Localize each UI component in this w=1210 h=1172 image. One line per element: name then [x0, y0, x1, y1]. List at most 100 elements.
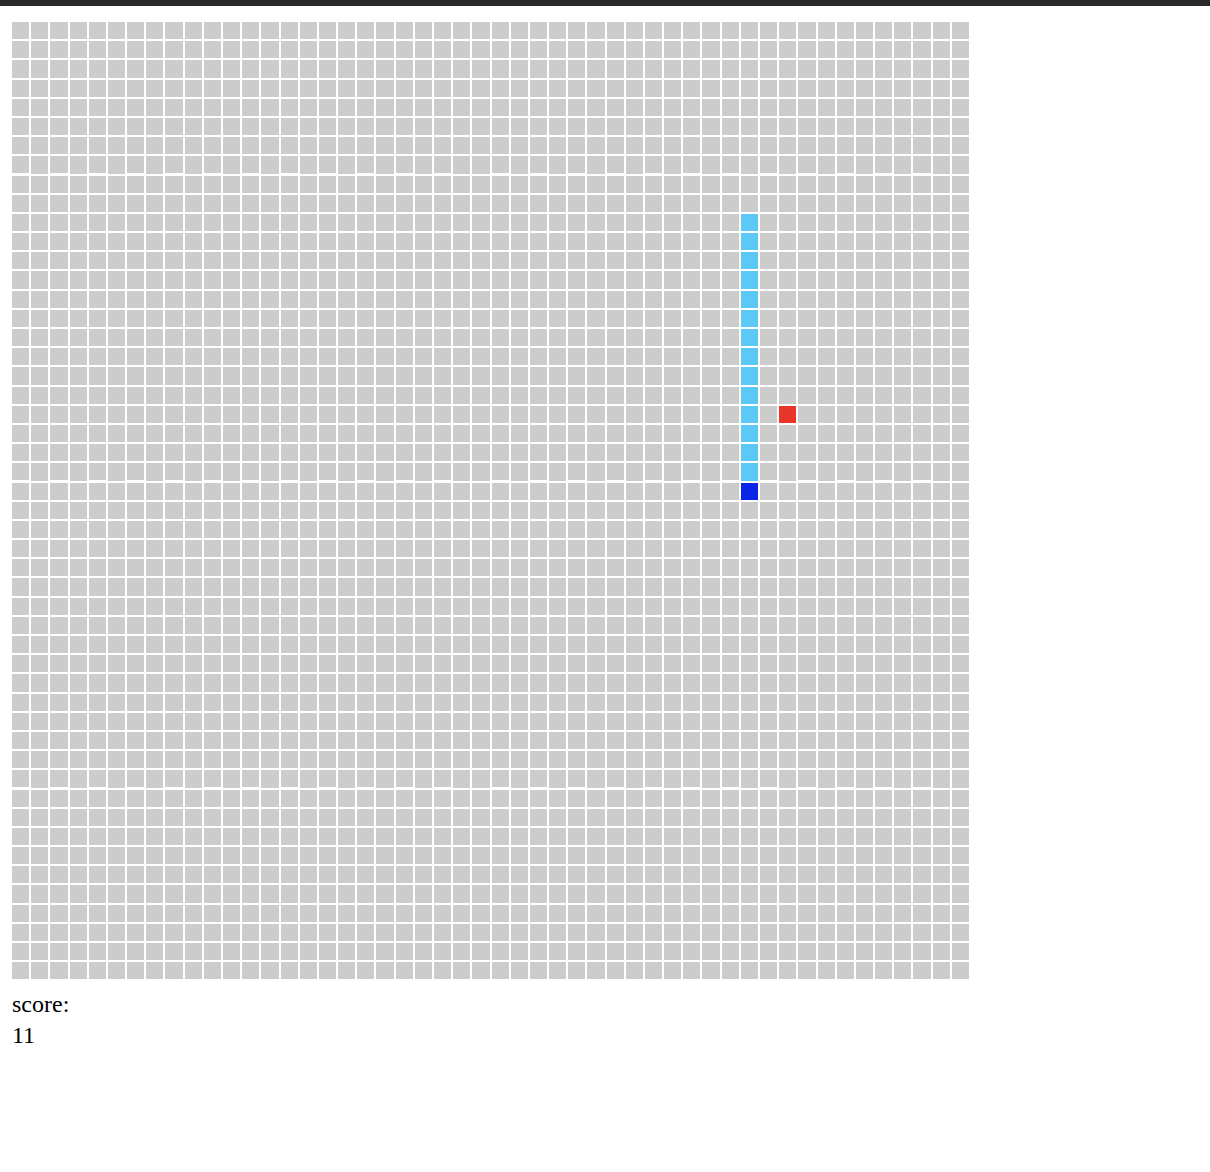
grid-cell [818, 348, 835, 365]
grid-cell [300, 99, 317, 116]
grid-cell [549, 22, 566, 39]
grid-cell [626, 252, 643, 269]
grid-cell [242, 713, 259, 730]
grid-cell [818, 156, 835, 173]
grid-cell [913, 252, 930, 269]
grid-cell [434, 463, 451, 480]
grid-cell [376, 406, 393, 423]
grid-cell [108, 694, 125, 711]
grid-cell [242, 406, 259, 423]
grid-cell [587, 521, 604, 538]
grid-cell [185, 387, 202, 404]
grid-cell [952, 22, 969, 39]
grid-cell [779, 195, 796, 212]
grid-cell [607, 348, 624, 365]
grid-cell [472, 751, 489, 768]
grid-cell [146, 22, 163, 39]
grid-cell [242, 751, 259, 768]
grid-cell [568, 176, 585, 193]
grid-cell [760, 271, 777, 288]
grid-cell [818, 118, 835, 135]
grid-cell [492, 406, 509, 423]
grid-cell [127, 233, 144, 250]
grid-cell [626, 291, 643, 308]
grid-cell [31, 41, 48, 58]
grid-cell [894, 463, 911, 480]
grid-cell [319, 674, 336, 691]
grid-cell [261, 310, 278, 327]
grid-cell [319, 463, 336, 480]
grid-cell [70, 655, 87, 672]
grid-cell [472, 233, 489, 250]
grid-cell [472, 137, 489, 154]
grid-cell [396, 598, 413, 615]
grid-cell [607, 271, 624, 288]
grid-cell [798, 425, 815, 442]
grid-cell [242, 674, 259, 691]
grid-cell [683, 60, 700, 77]
grid-cell [242, 425, 259, 442]
grid-cell [913, 425, 930, 442]
grid-cell [645, 502, 662, 519]
snake-segment [741, 310, 758, 327]
grid-cell [376, 694, 393, 711]
grid-cell [837, 559, 854, 576]
grid-cell [818, 60, 835, 77]
grid-cell [530, 118, 547, 135]
grid-cell [357, 214, 374, 231]
grid-cell [626, 22, 643, 39]
grid-cell [204, 137, 221, 154]
grid-cell [952, 348, 969, 365]
grid-cell [415, 521, 432, 538]
grid-cell [89, 674, 106, 691]
grid-cell [722, 233, 739, 250]
grid-cell [223, 118, 240, 135]
grid-cell [702, 156, 719, 173]
grid-cell [31, 99, 48, 116]
grid-cell [127, 732, 144, 749]
grid-cell [741, 41, 758, 58]
grid-cell [415, 502, 432, 519]
grid-cell [913, 387, 930, 404]
grid-cell [50, 655, 67, 672]
grid-cell [722, 694, 739, 711]
game-board[interactable] [12, 22, 969, 979]
grid-cell [396, 502, 413, 519]
grid-cell [837, 156, 854, 173]
grid-cell [952, 195, 969, 212]
grid-cell [127, 598, 144, 615]
grid-cell [415, 770, 432, 787]
grid-cell [261, 636, 278, 653]
grid-cell [204, 425, 221, 442]
grid-cell [319, 214, 336, 231]
grid-cell [645, 80, 662, 97]
grid-cell [511, 310, 528, 327]
grid-cell [415, 137, 432, 154]
grid-cell [779, 22, 796, 39]
grid-cell [242, 770, 259, 787]
grid-cell [281, 329, 298, 346]
grid-cell [261, 118, 278, 135]
grid-cell [472, 540, 489, 557]
grid-cell [856, 751, 873, 768]
grid-cell [568, 214, 585, 231]
grid-cell [760, 195, 777, 212]
grid-cell [472, 655, 489, 672]
grid-cell [492, 22, 509, 39]
grid-cell [875, 137, 892, 154]
grid-cell [338, 156, 355, 173]
grid-cell [472, 617, 489, 634]
grid-cell [587, 176, 604, 193]
grid-cell [50, 99, 67, 116]
grid-cell [568, 751, 585, 768]
grid-cell [587, 310, 604, 327]
grid-cell [741, 60, 758, 77]
grid-cell [702, 291, 719, 308]
grid-cell [645, 329, 662, 346]
grid-cell [376, 521, 393, 538]
grid-cell [70, 502, 87, 519]
grid-cell [165, 617, 182, 634]
grid-cell [798, 252, 815, 269]
grid-cell [242, 310, 259, 327]
grid-cell [376, 271, 393, 288]
